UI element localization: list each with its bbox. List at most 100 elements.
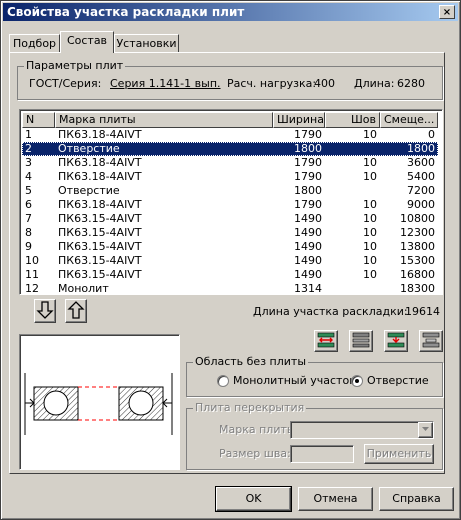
cell-seam [325, 142, 377, 156]
insert-slab-icon [317, 332, 335, 348]
cell-width: 1790 [294, 170, 322, 183]
cell-mark: ПК63.18-4AIVT [58, 198, 142, 211]
cell-seam: 10 [363, 226, 377, 239]
table-row[interactable]: 9 ПК63.15-4AIVT 1490 10 13800 [22, 240, 438, 254]
move-slab-button[interactable] [384, 330, 408, 352]
delete-slab-button[interactable] [419, 330, 443, 352]
slab-list-table[interactable]: N Марка плиты Ширина Шов Смеще... 1 ПК63.… [19, 109, 443, 295]
cell-mark: ПК63.18-4AIVT [58, 156, 142, 169]
cell-n: 4 [25, 170, 32, 183]
cell-mark: ПК63.18-4AIVT [58, 170, 142, 183]
table-row[interactable]: 2 Отверстие 1800 1800 [22, 142, 438, 156]
cell-offset: 9000 [407, 198, 435, 211]
table-row[interactable]: 5 Отверстие 1800 7200 [22, 184, 438, 198]
cell-offset: 13800 [400, 240, 435, 253]
split-slab-button[interactable] [349, 330, 373, 352]
cell-width: 1490 [294, 226, 322, 239]
load-value: 400 [314, 77, 335, 90]
cell-mark: Отверстие [58, 184, 120, 197]
cell-offset: 15300 [400, 254, 435, 267]
cell-width: 1800 [294, 142, 322, 155]
slab-mark-label: Марка плиты: [219, 423, 300, 436]
cell-width: 1790 [294, 198, 322, 211]
arrow-down-icon [36, 301, 54, 319]
table-row[interactable]: 10 ПК63.15-4AIVT 1490 10 15300 [22, 254, 438, 268]
title-bar[interactable]: Свойства участка раскладки плит × [3, 3, 458, 21]
cell-n: 5 [25, 184, 32, 197]
table-row[interactable]: 8 ПК63.15-4AIVT 1490 10 12300 [22, 226, 438, 240]
cell-offset: 5400 [407, 170, 435, 183]
chevron-down-icon [422, 427, 429, 431]
header-width[interactable]: Ширина [273, 112, 325, 128]
cell-mark: ПК63.15-4AIVT [58, 226, 142, 239]
move-down-button[interactable] [34, 299, 56, 323]
close-button[interactable]: × [439, 5, 455, 19]
cell-n: 2 [25, 142, 32, 155]
cell-offset: 7200 [407, 184, 435, 197]
cell-mark: Отверстие [58, 142, 120, 155]
cell-width: 1490 [294, 212, 322, 225]
cell-n: 8 [25, 226, 32, 239]
dialog-window: Свойства участка раскладки плит × Подбор… [0, 0, 461, 520]
dropdown-button[interactable] [418, 422, 433, 438]
cell-offset: 18300 [400, 282, 435, 295]
seam-size-label: Размер шва: [219, 447, 291, 460]
cell-seam: 10 [363, 254, 377, 267]
cell-mark: ПК63.15-4AIVT [58, 212, 142, 225]
layout-length-value: 19614 [405, 305, 440, 318]
cell-seam: 10 [363, 198, 377, 211]
header-mark[interactable]: Марка плиты [55, 112, 273, 128]
table-row[interactable]: 1 ПК63.18-4AIVT 1790 10 0 [22, 128, 438, 142]
cell-mark: ПК63.18-4AIVT [58, 128, 142, 141]
cell-width: 1490 [294, 240, 322, 253]
table-row[interactable]: 6 ПК63.18-4AIVT 1790 10 9000 [22, 198, 438, 212]
cell-seam [325, 282, 377, 294]
cell-seam: 10 [363, 170, 377, 183]
cell-width: 1490 [294, 254, 322, 267]
tab-sostav[interactable]: Состав [60, 31, 114, 53]
cell-n: 1 [25, 128, 32, 141]
radio-opening[interactable] [351, 375, 363, 387]
radio-opening-label[interactable]: Отверстие [367, 374, 429, 387]
help-button[interactable]: Справка [379, 487, 454, 511]
cell-seam: 10 [363, 128, 377, 141]
cell-width: 1490 [294, 268, 322, 281]
cell-seam: 10 [363, 268, 377, 281]
table-row[interactable]: 7 ПК63.15-4AIVT 1490 10 10800 [22, 212, 438, 226]
seam-size-field[interactable] [290, 445, 354, 463]
header-n[interactable]: N [22, 112, 55, 128]
slab-preview [19, 334, 180, 470]
apply-button[interactable]: Применить [364, 444, 434, 464]
header-offset[interactable]: Смеще... [380, 112, 438, 128]
radio-monolith[interactable] [217, 375, 229, 387]
gost-value: Серия 1.141-1 вып. [110, 77, 221, 90]
cell-n: 3 [25, 156, 32, 169]
cell-width: 1790 [294, 128, 322, 141]
cell-mark: ПК63.15-4AIVT [58, 254, 142, 267]
header-seam[interactable]: Шов [325, 112, 380, 128]
table-row[interactable]: 3 ПК63.18-4AIVT 1790 10 3600 [22, 156, 438, 170]
length-value: 6280 [397, 77, 425, 90]
move-slab-icon [387, 332, 405, 348]
radio-monolith-label[interactable]: Монолитный участок [233, 374, 356, 387]
cell-n: 6 [25, 198, 32, 211]
tab-podbor[interactable]: Подбор [9, 34, 60, 52]
cell-seam: 10 [363, 212, 377, 225]
arrow-up-icon [67, 301, 85, 319]
tab-ustanovki[interactable]: Установки [114, 34, 179, 52]
slab-section-drawing [24, 373, 173, 435]
table-row[interactable]: 4 ПК63.18-4AIVT 1790 10 5400 [22, 170, 438, 184]
ok-button[interactable]: OK [215, 486, 292, 512]
cell-width: 1790 [294, 156, 322, 169]
cell-mark: Монолит [58, 282, 109, 295]
slab-mark-select[interactable] [290, 421, 434, 439]
table-row[interactable]: 11 ПК63.15-4AIVT 1490 10 16800 [22, 268, 438, 282]
cell-n: 7 [25, 212, 32, 225]
floor-slab-group: Плита перекрытия Марка плиты: Размер шва… [186, 401, 443, 470]
move-up-button[interactable] [65, 299, 87, 323]
window-title: Свойства участка раскладки плит [7, 5, 245, 19]
layout-length-label: Длина участка раскладки: [253, 305, 408, 318]
cancel-button[interactable]: Отмена [298, 487, 373, 511]
table-row[interactable]: 12 Монолит 1314 18300 [22, 282, 438, 295]
insert-opening-button[interactable] [314, 330, 338, 352]
